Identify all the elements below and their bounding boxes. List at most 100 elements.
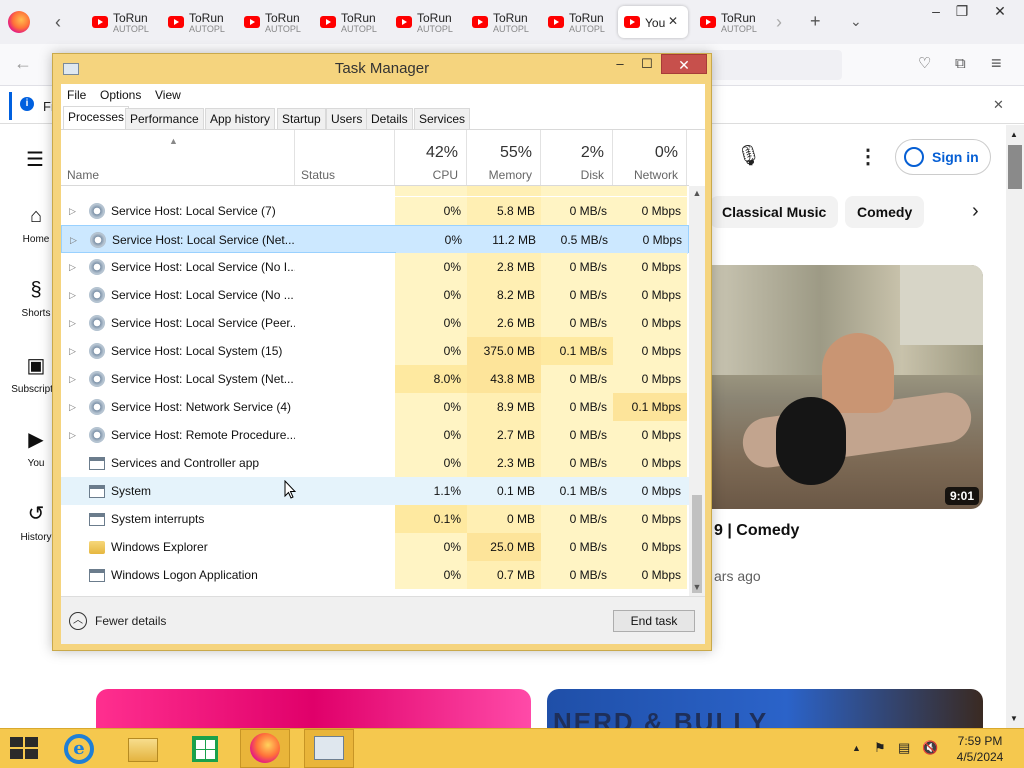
browser-tab[interactable]: ToRun AUTOPL (238, 6, 308, 38)
browser-tab[interactable]: ToRun AUTOPL (86, 6, 156, 38)
close-icon[interactable]: ✕ (661, 54, 707, 74)
settings-more-icon[interactable]: ⋮ (858, 144, 878, 169)
scroll-up-icon[interactable]: ▲ (689, 188, 705, 198)
table-row[interactable]: ▷ Service Host: Local Service (7) 0% 5.8 MB… (61, 197, 689, 225)
volume-muted-icon[interactable]: 🔇 (922, 740, 938, 756)
expand-chevron-icon[interactable]: ▷ (69, 421, 79, 449)
minimize-icon[interactable]: – (608, 56, 632, 74)
chip-classical-music[interactable]: Classical Music (710, 196, 839, 228)
table-row[interactable]: Windows Logon Application 0% 0.7 MB 0 MB/s 0… (61, 561, 689, 589)
expand-chevron-icon[interactable]: ▷ (69, 365, 79, 393)
end-task-button[interactable]: End task (613, 610, 695, 632)
tab-close-icon[interactable]: ✕ (668, 14, 678, 28)
youtube-favicon-icon (472, 16, 488, 28)
url-bar[interactable] (700, 50, 842, 80)
tab-processes[interactable]: Processes (63, 106, 130, 130)
browser-tab[interactable]: ToRun AUTOPL (390, 6, 460, 38)
browser-tab[interactable]: ToRun AUTOPL (162, 6, 232, 38)
expand-chevron-icon[interactable]: ▷ (69, 393, 79, 421)
store-icon[interactable] (192, 736, 218, 762)
table-row[interactable]: ▷ Service Host: Network Service (4) 0% 8.9 … (61, 393, 689, 421)
notification-close-icon[interactable]: ✕ (993, 96, 1004, 114)
fewer-details-link[interactable]: Fewer details (95, 614, 166, 628)
table-row[interactable]: System interrupts 0.1% 0 MB 0 MB/s 0 Mbps (61, 505, 689, 533)
start-button-icon[interactable] (10, 737, 38, 759)
expand-chevron-icon[interactable]: ▷ (70, 226, 80, 254)
table-row[interactable]: System 1.1% 0.1 MB 0.1 MB/s 0 Mbps (61, 477, 689, 505)
browser-tab[interactable]: You ✕ (618, 6, 688, 38)
tab-app-history[interactable]: App history (205, 108, 276, 130)
expand-chevron-icon[interactable]: ▷ (69, 253, 79, 281)
process-list-scrollbar-thumb[interactable] (692, 495, 702, 593)
table-row[interactable]: Windows Explorer 0% 25.0 MB 0 MB/s 0 Mbps (61, 533, 689, 561)
expand-chevron-icon[interactable]: ▷ (69, 337, 79, 365)
menu-options[interactable]: Options (100, 88, 141, 102)
browser-tab[interactable]: ToRun AUTOPL (314, 6, 384, 38)
action-center-flag-icon[interactable]: ⚑ (874, 740, 886, 756)
tab-performance[interactable]: Performance (125, 108, 204, 130)
expand-chevron-icon[interactable]: ▷ (69, 309, 79, 337)
table-row[interactable]: ▷ Service Host: Remote Procedure... 0% 2.7 … (61, 421, 689, 449)
list-all-tabs-icon[interactable]: ⌄ (850, 12, 862, 30)
extensions-icon[interactable]: ⧉ (955, 55, 966, 73)
browser-tab[interactable]: ToRun AUTOPL (542, 6, 612, 38)
tab-startup[interactable]: Startup (277, 108, 326, 130)
app-menu-icon[interactable]: ≡ (991, 54, 1002, 72)
expand-chevron-icon[interactable]: ▷ (69, 197, 79, 225)
file-explorer-icon[interactable] (128, 738, 158, 762)
page-scrollbar[interactable] (1006, 125, 1024, 728)
table-row[interactable]: Services and Controller app 0% 2.3 MB 0 MB/… (61, 449, 689, 477)
browser-tab[interactable]: ToRun AUTOPL (466, 6, 536, 38)
internet-explorer-icon[interactable]: e (64, 734, 94, 764)
browser-restore-icon[interactable]: ❐ (952, 0, 972, 22)
page-scrollbar-thumb[interactable] (1008, 145, 1022, 189)
system-clock[interactable]: 7:59 PM 4/5/2024 (950, 733, 1010, 765)
column-header-status[interactable]: Status (295, 130, 395, 186)
column-header-cpu[interactable]: 42% CPU (395, 130, 467, 186)
table-row[interactable]: ▷ Service Host: Local Service (Net... 0% 11… (61, 225, 689, 254)
task-manager-titlebar[interactable]: Task Manager – ☐ ✕ (53, 54, 711, 84)
pocket-icon[interactable]: ♡ (918, 55, 931, 73)
show-hidden-icons-icon[interactable]: ▲ (852, 743, 861, 753)
youtube-menu-icon[interactable]: ☰ (26, 147, 44, 172)
table-row[interactable]: ▷ Service Host: Local System (Net... 8.0% 4… (61, 365, 689, 393)
column-header-disk[interactable]: 2% Disk (541, 130, 613, 186)
scroll-down-icon[interactable]: ▼ (689, 582, 705, 592)
page-scroll-up-icon[interactable]: ▲ (1010, 130, 1018, 139)
chip-comedy[interactable]: Comedy (845, 196, 925, 228)
page-scroll-down-icon[interactable]: ▼ (1010, 714, 1018, 723)
table-row[interactable]: ▷ Service Host: Local Service (Peer... 0% 2… (61, 309, 689, 337)
video-title[interactable]: 9 | Comedy (714, 522, 799, 540)
tab-scroll-right-icon[interactable]: › (776, 13, 782, 31)
video-thumbnail-3[interactable]: NERD & BULLY (547, 689, 983, 737)
menu-file[interactable]: File (67, 88, 86, 102)
firefox-logo-icon[interactable] (8, 11, 30, 33)
menu-view[interactable]: View (155, 88, 181, 102)
expand-chevron-icon[interactable]: ▷ (69, 281, 79, 309)
video-thumbnail-2[interactable] (96, 689, 531, 729)
sign-in-button[interactable]: Sign in (895, 139, 991, 175)
network-icon[interactable]: ▤ (898, 740, 910, 756)
browser-tab[interactable]: ToRun AUTOPL (694, 6, 764, 38)
table-row[interactable]: ▷ Service Host: Local Service (No I... 0% 2… (61, 253, 689, 281)
tab-scroll-left-icon[interactable]: ‹ (55, 13, 61, 31)
table-row[interactable]: ▷ Service Host: Local Service (No ... 0% 8.… (61, 281, 689, 309)
new-tab-icon[interactable]: + (810, 12, 821, 30)
video-thumbnail[interactable] (712, 265, 983, 509)
task-manager-body: File Options View Processes Performance … (61, 84, 705, 644)
column-header-network[interactable]: 0% Network (613, 130, 687, 186)
voice-search-icon[interactable]: 🎙 (736, 143, 761, 168)
browser-close-icon[interactable]: ✕ (990, 0, 1010, 22)
collapse-chevron-icon[interactable]: ︿ (69, 612, 87, 630)
column-header-memory[interactable]: 55% Memory (467, 130, 541, 186)
tab-users[interactable]: Users (326, 108, 368, 130)
tab-services[interactable]: Services (414, 108, 471, 130)
browser-minimize-icon[interactable]: – (926, 0, 946, 22)
table-row[interactable]: ▷ Service Host: Local System (15) 0% 375.0 … (61, 337, 689, 365)
process-network: 0 Mbps (613, 365, 687, 393)
column-header-name[interactable]: ▲ Name (61, 130, 295, 186)
tab-details[interactable]: Details (366, 108, 413, 130)
chips-next-icon[interactable]: › (972, 200, 979, 223)
back-icon[interactable]: ← (14, 54, 32, 72)
maximize-icon[interactable]: ☐ (635, 56, 659, 74)
